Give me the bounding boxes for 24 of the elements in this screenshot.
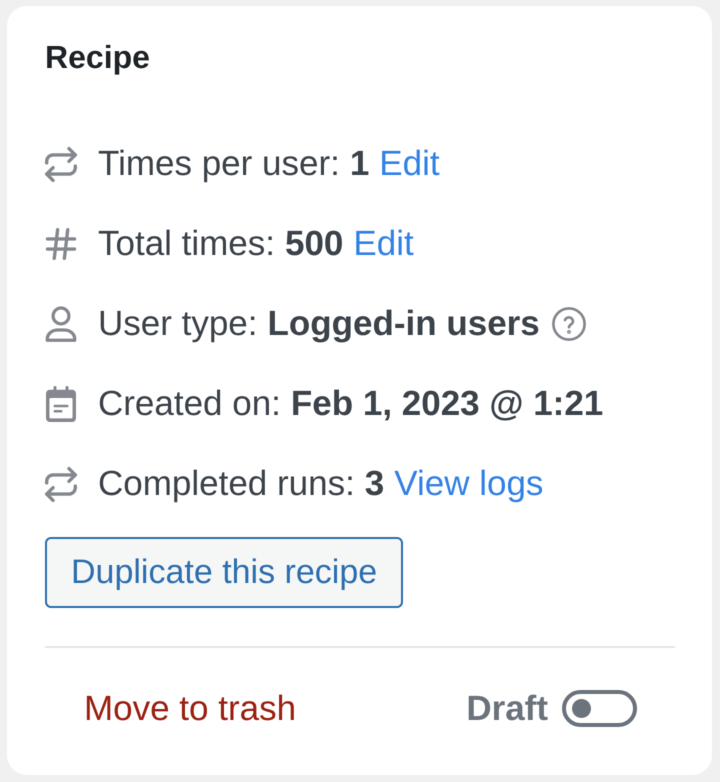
- repeat-icon: [45, 146, 77, 182]
- hash-icon: [45, 228, 77, 260]
- detail-value: 1: [350, 144, 370, 184]
- detail-label: Times per user:: [98, 144, 340, 184]
- detail-link[interactable]: Edit: [379, 144, 440, 184]
- card-title: Recipe: [45, 38, 150, 76]
- detail-value: 3: [364, 464, 384, 504]
- repeat-icon: [45, 466, 77, 502]
- status-label: Draft: [466, 688, 548, 729]
- detail-value: Feb 1, 2023 @ 1:21: [290, 384, 604, 424]
- calendar-icon: [46, 386, 76, 422]
- detail-label: Total times:: [98, 224, 275, 264]
- detail-label: User type:: [98, 304, 258, 344]
- duplicate-button[interactable]: Duplicate this recipe: [45, 537, 404, 608]
- detail-label: Completed runs:: [98, 464, 355, 504]
- detail-value: Logged-in users: [268, 304, 540, 344]
- detail-value: 500: [285, 224, 344, 264]
- detail-label: Created on:: [98, 384, 281, 424]
- help-icon[interactable]: [552, 307, 586, 341]
- draft-toggle[interactable]: [562, 690, 637, 728]
- detail-link[interactable]: Edit: [353, 224, 414, 264]
- detail-link[interactable]: View logs: [394, 464, 544, 504]
- trash-link[interactable]: Move to trash: [84, 688, 296, 729]
- user-icon: [45, 306, 77, 342]
